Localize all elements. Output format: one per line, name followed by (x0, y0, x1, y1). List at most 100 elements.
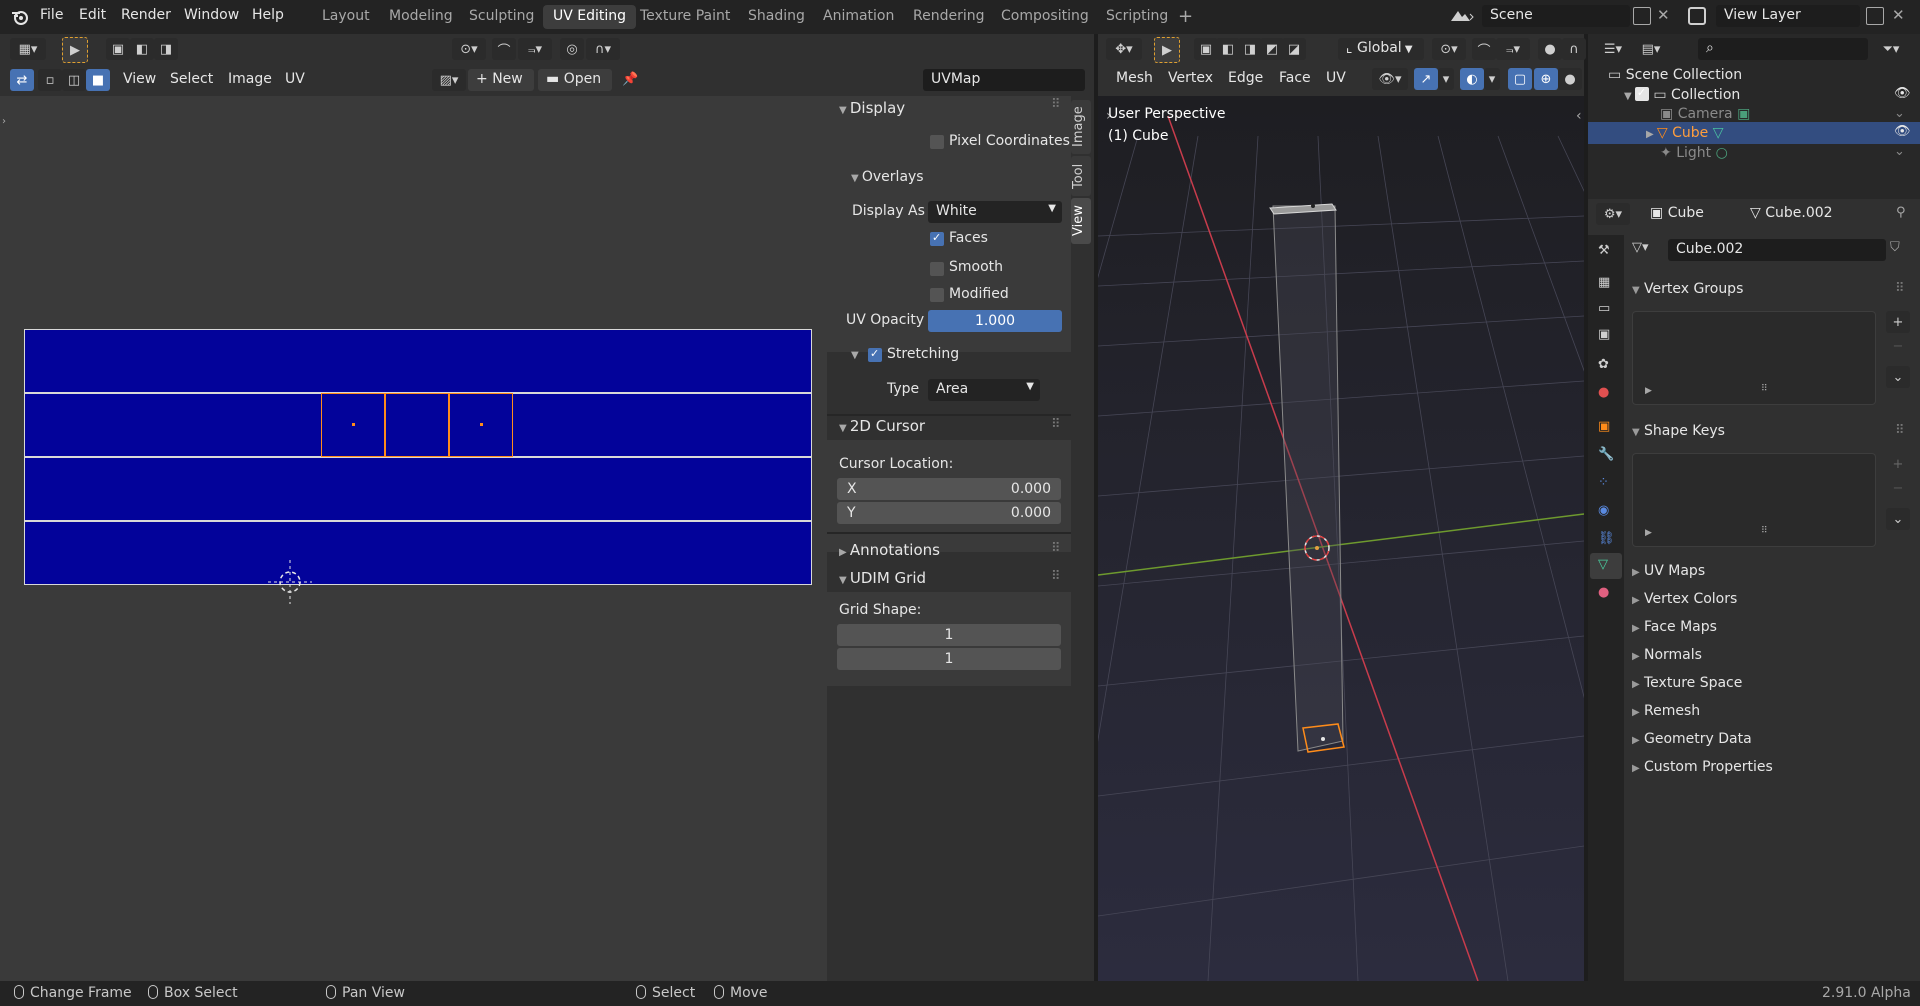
physics-tab-icon[interactable]: ◉ (1598, 503, 1609, 518)
xray-icon[interactable]: ▢ (1508, 68, 1532, 90)
toolbar-toggle-icon[interactable]: › (2, 116, 6, 127)
drag-handle-icon[interactable]: ⠿ (1051, 417, 1061, 432)
section-normals[interactable]: ▶ Normals (1632, 647, 1702, 663)
pixel-coordinates-checkbox[interactable] (930, 135, 944, 149)
chevron-down-icon[interactable]: ⌄ (1894, 106, 1905, 121)
vp-menu-mesh[interactable]: Mesh (1116, 70, 1153, 86)
tab-layout[interactable]: Layout (312, 5, 380, 29)
world-tab-icon[interactable]: ● (1598, 385, 1609, 400)
select-new-icon[interactable]: ▣ (1194, 38, 1218, 60)
new-scene-icon[interactable] (1633, 7, 1651, 25)
grid-shape-y-field[interactable]: 1 (837, 648, 1061, 670)
eye-icon[interactable]: 👁 (1894, 124, 1911, 139)
outliner-camera[interactable]: ▣ Camera ▣ (1660, 106, 1750, 122)
stretching-checkbox[interactable] (868, 347, 882, 362)
drag-handle-icon[interactable]: ⠿ (1895, 423, 1905, 438)
vp-menu-face[interactable]: Face (1279, 70, 1311, 86)
section-uv-maps[interactable]: ▶ UV Maps (1632, 563, 1705, 579)
tab-animation[interactable]: Animation (813, 5, 904, 29)
faces-checkbox[interactable] (930, 231, 944, 246)
scene-field[interactable]: Scene (1482, 5, 1630, 27)
tab-scripting[interactable]: Scripting (1096, 5, 1178, 29)
vertex-select-icon[interactable]: ▫ (38, 69, 62, 91)
view-layer-icon[interactable] (1688, 7, 1706, 25)
menu-edit[interactable]: Edit (79, 7, 106, 23)
vertex-groups-list[interactable]: ▶ ⠿ (1632, 311, 1876, 405)
section-vertex-groups[interactable]: ▼ Vertex Groups (1632, 281, 1743, 297)
gizmo-icon[interactable]: ↗ (1414, 68, 1438, 90)
2d-cursor-icon[interactable] (260, 552, 320, 612)
edge-select-icon[interactable]: ◫ (62, 69, 86, 91)
stretching-expand-icon[interactable]: ▼ (851, 350, 859, 361)
uv-menu-uv[interactable]: UV (285, 71, 305, 87)
section-texture-space[interactable]: ▶ Texture Space (1632, 675, 1742, 691)
display-as-dropdown[interactable]: White ▼ (928, 201, 1062, 223)
outliner-collection[interactable]: ▼ ▭ Collection (1624, 86, 1740, 103)
tab-shading[interactable]: Shading (738, 5, 815, 29)
uvmap-field[interactable]: UVMap (923, 69, 1085, 91)
tab-texture-paint[interactable]: Texture Paint (630, 5, 740, 29)
chevron-down-icon[interactable]: ⌄ (1886, 508, 1910, 530)
falloff-icon[interactable]: ∩▾ (586, 38, 620, 60)
uv-opacity-slider[interactable]: 1.000 (928, 310, 1062, 332)
section-face-maps[interactable]: ▶ Face Maps (1632, 619, 1717, 635)
editor-type-icon[interactable]: ✥▾ (1106, 38, 1142, 60)
select-subtract-icon[interactable]: ◨ (1238, 38, 1262, 60)
section-custom-properties[interactable]: ▶ Custom Properties (1632, 759, 1773, 775)
mesh-data-tab-icon[interactable]: ▽ (1598, 557, 1608, 572)
snap-target-icon[interactable]: ⫬▾ (1496, 38, 1530, 60)
menu-file[interactable]: File (40, 7, 63, 23)
display-mode-icon[interactable]: ▤▾ (1634, 38, 1668, 60)
overlays-icon[interactable]: ◐ (1460, 68, 1484, 90)
editor-type-icon[interactable]: ☰▾ (1596, 38, 1630, 60)
uv-menu-select[interactable]: Select (170, 71, 213, 87)
cursor-x-field[interactable]: X 0.000 (837, 478, 1061, 500)
outliner-search-input[interactable]: ⌕ (1698, 38, 1868, 60)
uv-canvas[interactable]: › (0, 96, 827, 981)
object-tab-icon[interactable]: ▣ (1598, 419, 1610, 434)
chevron-down-icon[interactable]: ▾ (1438, 68, 1454, 90)
delete-scene-icon[interactable]: ✕ (1657, 6, 1670, 24)
menu-help[interactable]: Help (252, 7, 284, 23)
pin-icon[interactable]: ⚲ (1896, 205, 1906, 220)
blender-logo-icon[interactable] (10, 7, 30, 27)
pivot-icon[interactable]: ⊙▾ (1432, 38, 1466, 60)
chevron-down-icon[interactable]: ▾ (1484, 68, 1500, 90)
outliner-cube[interactable]: ▶ ▽ Cube ▽ (1646, 125, 1723, 141)
view-layer-field[interactable]: View Layer (1716, 5, 1860, 27)
snap-target-icon[interactable]: ⫬▾ (518, 38, 552, 60)
menu-window[interactable]: Window (184, 7, 239, 23)
transform-orientation-dropdown[interactable]: ⌞ Global ▼ (1338, 38, 1424, 60)
select-extend-icon[interactable]: ◧ (1216, 38, 1240, 60)
visibility-icon[interactable]: 👁▾ (1372, 68, 1408, 90)
tab-sculpting[interactable]: Sculpting (459, 5, 544, 29)
filter-icon[interactable]: ⏷▾ (1874, 38, 1908, 60)
2d-cursor-header[interactable]: ▼ 2D Cursor (839, 417, 925, 435)
snap-icon[interactable]: ⌒ (1472, 38, 1496, 60)
display-header[interactable]: ▼ Display (839, 99, 905, 117)
section-remesh[interactable]: ▶ Remesh (1632, 703, 1700, 719)
tab-uv-editing[interactable]: UV Editing (543, 5, 637, 29)
select-tool-icon[interactable]: ▶ (62, 37, 88, 63)
vp-menu-vertex[interactable]: Vertex (1168, 70, 1213, 86)
section-vertex-colors[interactable]: ▶ Vertex Colors (1632, 591, 1737, 607)
select-extend-icon[interactable]: ◧ (130, 38, 154, 60)
open-image-button[interactable]: ▬ Open (538, 69, 612, 91)
tab-modeling[interactable]: Modeling (379, 5, 463, 29)
remove-shape-key-button[interactable]: − (1886, 477, 1910, 499)
solid-shading-icon[interactable]: ● (1558, 68, 1582, 90)
modified-checkbox[interactable] (930, 288, 944, 302)
tab-compositing[interactable]: Compositing (991, 5, 1099, 29)
section-shape-keys[interactable]: ▼ Shape Keys (1632, 423, 1725, 439)
add-shape-key-button[interactable]: + (1886, 453, 1910, 475)
3d-viewport[interactable]: › ‹ User Perspective (1) Cube (1098, 34, 1584, 981)
new-view-layer-icon[interactable] (1866, 7, 1884, 25)
vp-menu-uv[interactable]: UV (1326, 70, 1346, 86)
sidebar-toggle-icon[interactable]: ‹ (1576, 108, 1582, 124)
drag-handle-icon[interactable]: ⠿ (1051, 97, 1061, 112)
menu-render[interactable]: Render (121, 7, 171, 23)
scene-tab-icon[interactable]: ✿ (1598, 357, 1609, 372)
selected-uv-face[interactable] (449, 393, 513, 457)
delete-view-layer-icon[interactable]: ✕ (1892, 6, 1905, 24)
tool-tab-icon[interactable]: ⚒ (1598, 243, 1610, 258)
